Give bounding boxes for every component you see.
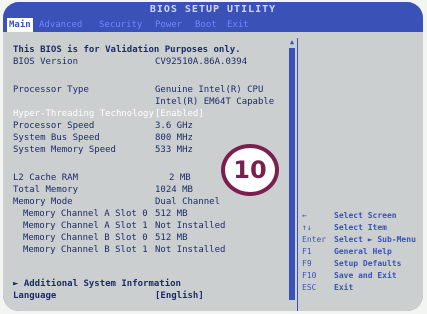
bios-screen: BIOS SETUP UTILITY Main Advanced Securit… xyxy=(3,2,423,311)
key-help-key: F1 xyxy=(302,247,312,256)
row-value: Genuine Intel(R) CPU xyxy=(155,85,264,95)
scrollbar[interactable]: ▲ xyxy=(289,38,295,308)
tab-advanced[interactable]: Advanced xyxy=(37,18,84,32)
tab-main[interactable]: Main xyxy=(7,18,33,32)
row-value: 800 MHz xyxy=(155,133,193,143)
key-help-key: ESC xyxy=(302,283,317,292)
key-help-key: F10 xyxy=(302,271,317,280)
key-help-desc: Save and Exit xyxy=(334,271,397,280)
row-value: Dual Channel xyxy=(155,197,221,207)
tab-security[interactable]: Security xyxy=(97,18,144,32)
key-help-desc: Exit xyxy=(334,283,354,292)
notice-text: This BIOS is for Validation Purposes onl… xyxy=(13,45,241,55)
key-help-key: Enter xyxy=(302,235,327,244)
key-help-key: F9 xyxy=(302,259,312,268)
tab-boot[interactable]: Boot xyxy=(193,18,219,32)
photo-background: BIOS SETUP UTILITY Main Advanced Securit… xyxy=(0,0,427,314)
scrollbar-thumb[interactable] xyxy=(289,48,295,300)
key-help-desc: Select Screen xyxy=(334,211,397,220)
row-label: Processor Speed xyxy=(13,121,95,131)
menu-bar: Main Advanced Security Power Boot Exit xyxy=(3,18,423,32)
monitor-bezel: BIOS SETUP UTILITY Main Advanced Securit… xyxy=(3,2,423,311)
key-help-desc: Setup Defaults xyxy=(334,259,402,268)
help-pane: ← Select Screen ↑↓ Select Item Enter Sel… xyxy=(297,38,423,311)
row-value: CV92510A.86A.0394 xyxy=(155,57,248,67)
row-label: Language xyxy=(13,291,57,301)
row-value: 512 MB xyxy=(155,233,188,243)
row-label: Processor Type xyxy=(13,85,89,95)
row-label: Memory Channel B Slot 1 xyxy=(23,245,148,255)
arrow-left-icon: ← xyxy=(302,211,307,220)
row-value: Not Installed xyxy=(155,245,226,255)
row-label: Memory Channel A Slot 1 xyxy=(23,221,148,231)
key-help-desc: General Help xyxy=(334,247,392,256)
row-label: L2 Cache RAM xyxy=(13,173,79,183)
key-help-desc: Select Item xyxy=(334,223,387,232)
bios-title: BIOS SETUP UTILITY xyxy=(3,2,423,18)
row-label: Memory Channel B Slot 0 xyxy=(23,233,148,243)
row-label: ► Additional System Information xyxy=(13,279,181,289)
arrow-up-down-icon: ↑↓ xyxy=(302,223,312,232)
key-help-desc: Select ► Sub-Menu xyxy=(334,235,416,244)
row-value: Not Installed xyxy=(155,221,226,231)
step-number-badge: 10 xyxy=(221,144,279,196)
row-label: System Memory Speed xyxy=(13,145,116,155)
row-value: Intel(R) EM64T Capable xyxy=(155,97,275,107)
tab-exit[interactable]: Exit xyxy=(225,18,251,32)
row-value: 512 MB xyxy=(155,209,188,219)
row-value: 1024 MB xyxy=(155,185,193,195)
row-value: 2 MB xyxy=(169,173,191,183)
row-label: Hyper-Threading Technology xyxy=(13,109,154,119)
row-label: System Bus Speed xyxy=(13,133,100,143)
language-select[interactable]: [English] xyxy=(155,290,204,302)
row-label: Total Memory xyxy=(13,185,79,195)
row-value: 533 MHz xyxy=(155,145,193,155)
triangle-up-icon[interactable]: ▲ xyxy=(289,38,295,46)
row-label: BIOS Version xyxy=(13,57,79,67)
hyper-threading-select[interactable]: [Enabled] xyxy=(155,108,204,120)
row-label: Memory Mode xyxy=(13,197,73,207)
tab-power[interactable]: Power xyxy=(153,18,184,32)
row-value: 3.6 GHz xyxy=(155,121,193,131)
row-label: Memory Channel A Slot 0 xyxy=(23,209,148,219)
